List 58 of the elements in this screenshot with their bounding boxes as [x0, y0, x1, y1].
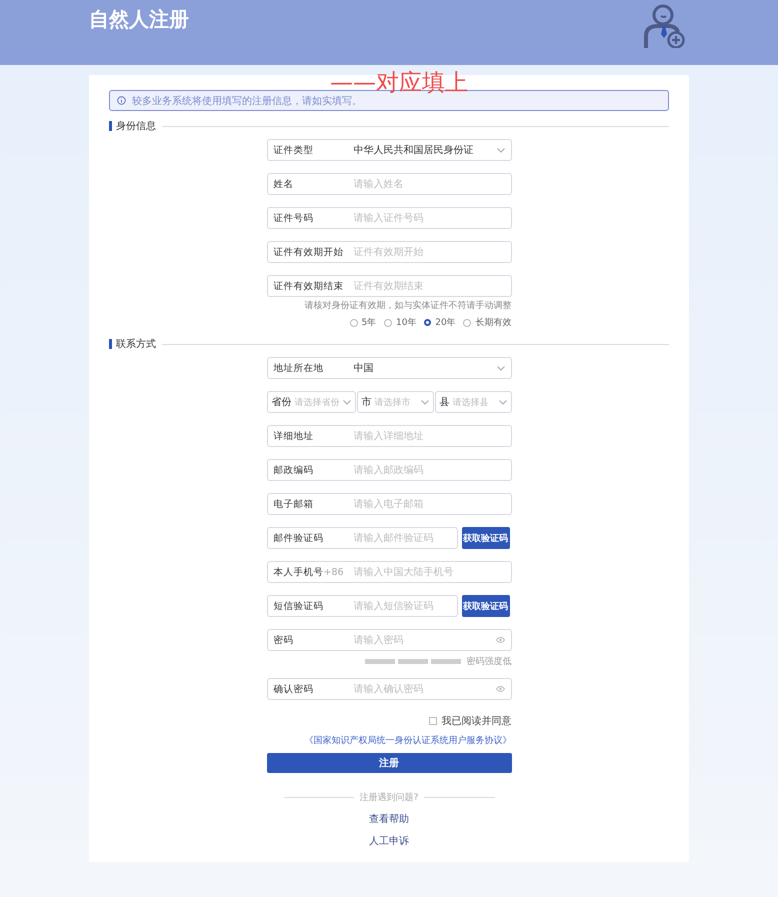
divider-text: 注册遇到问题? — [360, 792, 418, 804]
radio-label: 长期有效 — [475, 316, 512, 329]
checkbox[interactable] — [428, 717, 436, 725]
text-field[interactable]: 证件号码 请输入证件号码 — [266, 207, 512, 229]
dropdown[interactable]: 县 请选择县 — [434, 391, 512, 413]
annotation-text: ——对应填上 — [330, 69, 468, 96]
section-title: 身份信息 — [116, 120, 156, 133]
text-field[interactable]: 邮件验证码 请输入邮件验证码 — [266, 527, 458, 549]
eye-icon[interactable] — [496, 686, 504, 692]
page-title: 自然人注册 — [89, 6, 189, 33]
chevron-icon — [342, 400, 350, 404]
radio-label: 20年 — [435, 316, 456, 329]
text-field[interactable]: 电子邮箱 请输入电子邮箱 — [266, 493, 512, 515]
text-field[interactable]: 本人手机号+86 请输入中国大陆手机号 — [266, 561, 512, 583]
text-input[interactable]: 请输入电子邮箱 — [354, 498, 504, 510]
text-input[interactable]: 请输入姓名 — [354, 178, 504, 190]
text-field[interactable]: 证件有效期开始 证件有效期开始 — [266, 241, 512, 263]
checkbox-label: 我已阅读并同意 — [442, 714, 512, 728]
text-field[interactable]: 证件有效期结束 证件有效期结束 — [266, 275, 512, 297]
radio-label: 5年 — [362, 316, 376, 329]
register-button[interactable]: 注册 — [266, 753, 512, 773]
section-marker — [109, 339, 112, 349]
radio-label: 10年 — [396, 316, 416, 329]
chevron-icon — [498, 400, 506, 404]
strength-label: 密码强度低 — [466, 656, 512, 668]
notice-text: 较多业务系统将使用填写的注册信息，请如实填写。 — [132, 94, 362, 108]
get-code-button[interactable]: 获取验证码 — [462, 595, 510, 617]
section-marker — [109, 121, 112, 131]
chevron-icon — [420, 400, 428, 404]
section-title: 联系方式 — [116, 338, 156, 351]
radio-button[interactable] — [463, 318, 472, 326]
text-input[interactable]: 请输入短信验证码 — [354, 600, 450, 612]
text-field[interactable]: 邮政编码 请输入邮政编码 — [266, 459, 512, 481]
text-input[interactable]: 证件有效期结束 — [354, 280, 504, 292]
dropdown[interactable]: 证件类型 中华人民共和国居民身份证 — [266, 139, 512, 161]
user-add-icon — [643, 4, 685, 48]
radio-button[interactable] — [424, 319, 432, 326]
text-input[interactable]: 请输入邮件验证码 — [354, 532, 450, 544]
text-input[interactable]: 请输入中国大陆手机号 — [354, 566, 504, 578]
dropdown[interactable]: 省份 请选择省份 — [266, 391, 356, 413]
dropdown[interactable]: 市 请选择市 — [356, 391, 434, 413]
text-field[interactable]: 短信验证码 请输入短信验证码 — [266, 595, 458, 617]
text-field[interactable]: 姓名 请输入姓名 — [266, 173, 512, 195]
get-code-button[interactable]: 获取验证码 — [462, 527, 510, 549]
dropdown[interactable]: 地址所在地 中国 — [266, 357, 512, 379]
chevron-icon — [496, 148, 504, 152]
text-input[interactable]: 请输入邮政编码 — [354, 464, 504, 476]
hint-text: 请核对身份证有效期，如与实体证件不符请手动调整 — [304, 300, 512, 312]
help-link[interactable]: 查看帮助 — [369, 812, 409, 826]
agreement-link[interactable]: 《国家知识产权局统一身份认证系统用户服务协议》 — [304, 734, 512, 747]
info-icon — [117, 96, 126, 105]
radio-button[interactable] — [384, 318, 392, 326]
eye-icon[interactable] — [496, 637, 504, 643]
help-link[interactable]: 人工申诉 — [369, 834, 409, 848]
chevron-icon — [496, 366, 504, 370]
radio-button[interactable] — [350, 318, 358, 326]
text-input[interactable]: 请输入证件号码 — [354, 212, 504, 224]
text-input[interactable]: 证件有效期开始 — [354, 246, 504, 258]
